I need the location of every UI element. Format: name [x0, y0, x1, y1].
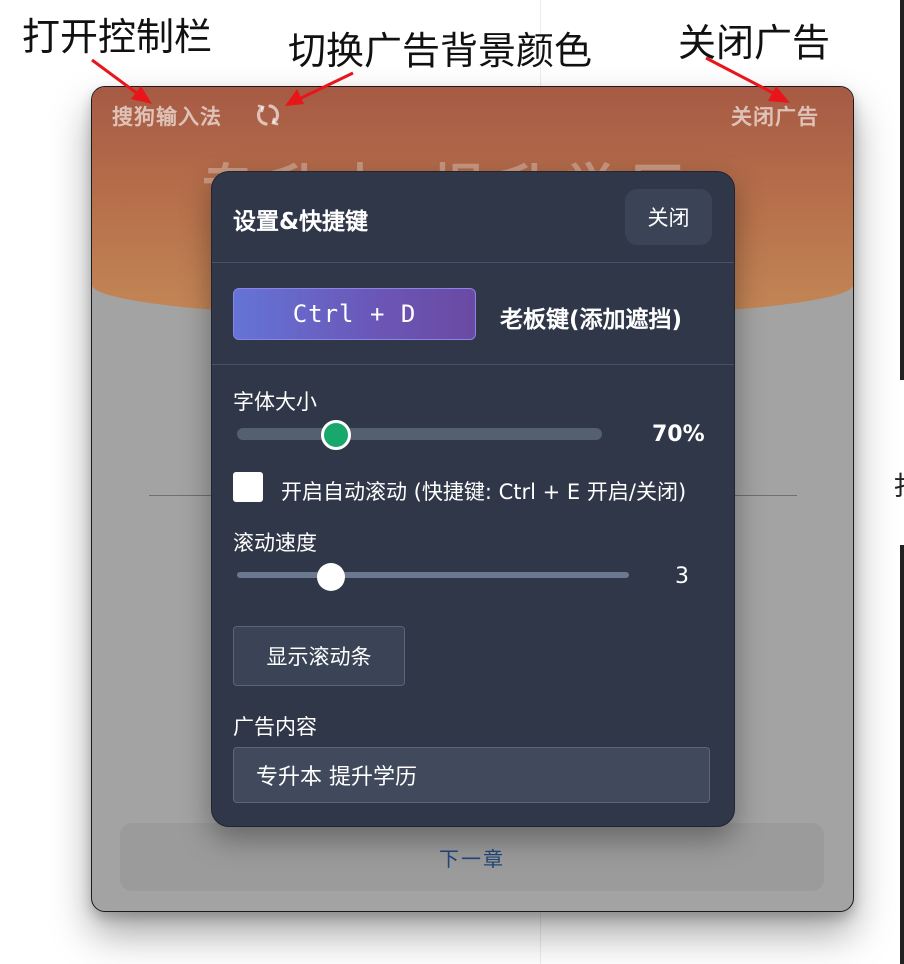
section-divider	[212, 364, 734, 365]
annotation-switch-ad-color: 切换广告背景颜色	[288, 29, 593, 73]
scroll-speed-label: 滚动速度	[233, 531, 317, 555]
close-ad-link[interactable]: 关闭广告	[731, 101, 819, 131]
settings-title: 设置&快捷键	[233, 209, 369, 235]
ad-brand[interactable]: 搜狗输入法	[112, 101, 222, 131]
scroll-speed-value: 3	[675, 564, 689, 589]
font-size-label: 字体大小	[233, 390, 317, 414]
stage: 扌 打开控制栏 切换广告背景颜色 关闭广告 搜狗输入法 关闭广告 专升本 提升学…	[0, 0, 904, 964]
section-divider	[212, 262, 734, 263]
background-edge-bar	[900, 0, 904, 380]
auto-scroll-label: 开启自动滚动 (快捷键: Ctrl + E 开启/关闭)	[281, 480, 687, 504]
font-size-slider-thumb[interactable]	[321, 420, 351, 450]
boss-key-label: 老板键(添加遮挡)	[500, 307, 683, 333]
next-chapter-button[interactable]: 下一章	[120, 823, 824, 891]
ad-content-label: 广告内容	[233, 715, 317, 739]
annotation-toggle-controls: 打开控制栏	[22, 15, 213, 59]
settings-close-button[interactable]: 关闭	[625, 189, 712, 245]
settings-panel: 设置&快捷键 关闭 Ctrl + D 老板键(添加遮挡) 字体大小 70% 开启…	[211, 171, 735, 827]
font-size-slider-track[interactable]	[237, 428, 602, 440]
show-scrollbar-button[interactable]: 显示滚动条	[233, 626, 405, 686]
scroll-speed-slider-track[interactable]	[237, 572, 629, 578]
background-edge-glyph: 扌	[893, 466, 904, 503]
annotation-close-ad: 关闭广告	[678, 21, 831, 65]
refresh-icon[interactable]	[254, 101, 282, 129]
font-size-value: 70%	[652, 422, 705, 447]
scroll-speed-slider-thumb[interactable]	[317, 563, 345, 591]
auto-scroll-checkbox[interactable]	[233, 472, 263, 502]
background-edge-bar	[900, 545, 904, 964]
boss-key-shortcut-button[interactable]: Ctrl + D	[233, 288, 476, 340]
ad-content-input[interactable]: 专升本 提升学历	[233, 747, 710, 803]
